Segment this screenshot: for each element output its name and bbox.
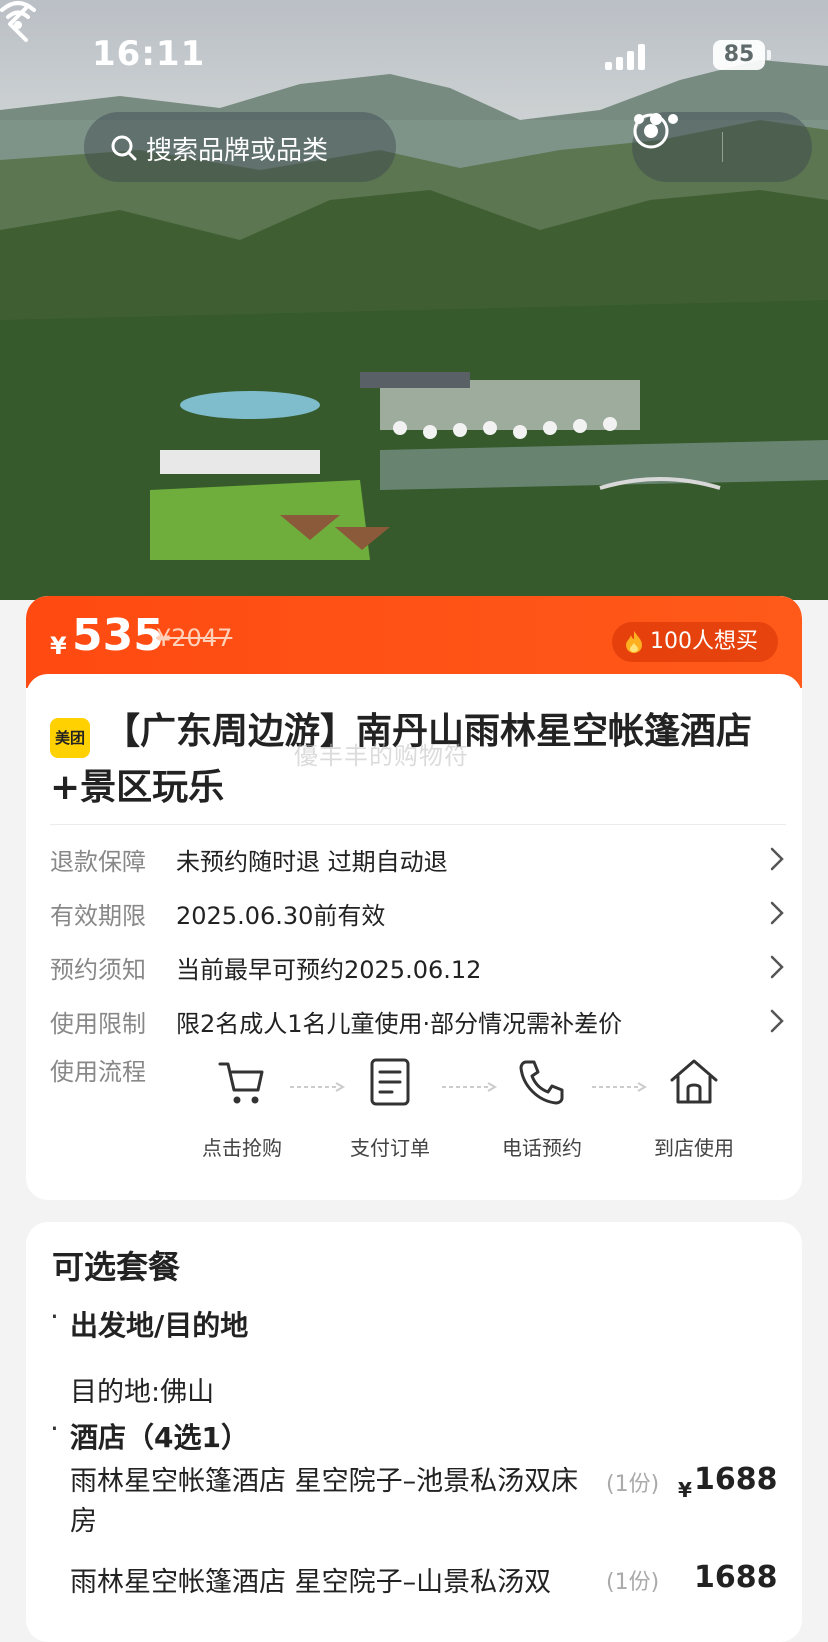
price-bar: ¥ 535 ¥2047 100人想买 [26, 596, 802, 704]
package-item-currency: ¥ [678, 1478, 692, 1502]
search-bar[interactable]: 搜索品牌或品类 [84, 112, 396, 182]
info-row-validity[interactable]: 有效期限 2025.06.30前有效 [50, 888, 786, 932]
close-miniprogram-icon[interactable] [632, 112, 670, 150]
flow-step-buy: 点击抢购 [192, 1056, 292, 1166]
usage-flow-label: 使用流程 [50, 1058, 146, 1086]
current-price: 535 [72, 610, 164, 661]
info-key: 退款保障 [50, 848, 146, 876]
flame-icon [626, 631, 642, 653]
chevron-right-icon [770, 847, 784, 871]
info-value: 未预约随时退 过期自动退 [176, 848, 448, 876]
section-heading: 酒店（4选1） [70, 1421, 249, 1454]
search-placeholder: 搜索品牌或品类 [146, 136, 329, 166]
flow-step-label: 点击抢购 [202, 1136, 282, 1160]
chevron-right-icon [770, 1009, 784, 1033]
status-bar: 16:11 85 [0, 0, 828, 110]
chevron-right-icon [770, 901, 784, 925]
package-item-name[interactable]: 雨林星空帐篷酒店 星空院子–池景私汤双床房 [70, 1462, 590, 1542]
packages-card: 可选套餐 · 出发地/目的地 目的地:佛山 · 酒店（4选1） 雨林星空帐篷酒店… [26, 1222, 802, 1642]
flow-step-visit: 到店使用 [644, 1056, 744, 1166]
bullet-dot: · [50, 1300, 59, 1333]
want-buy-count: 100人想买 [650, 629, 758, 654]
flow-arrow-icon [290, 1082, 346, 1092]
info-row-restriction[interactable]: 使用限制 限2名成人1名儿童使用·部分情况需补差价 [50, 996, 786, 1040]
cart-icon [218, 1062, 264, 1104]
package-item-name[interactable]: 雨林星空帐篷酒店 星空院子–山景私汤双 [70, 1560, 590, 1599]
flow-step-label: 电话预约 [502, 1136, 582, 1160]
info-value: 当前最早可预约2025.06.12 [176, 956, 482, 984]
package-item-qty: (1份) [606, 1472, 660, 1497]
info-key: 使用限制 [50, 1010, 146, 1038]
chevron-right-icon [770, 955, 784, 979]
flow-arrow-icon [592, 1082, 648, 1092]
mini-program-capsule [632, 112, 812, 182]
info-row-booking[interactable]: 预约须知 当前最早可预约2025.06.12 [50, 942, 786, 986]
document-icon [370, 1058, 410, 1106]
flow-step-label: 到店使用 [654, 1136, 734, 1160]
flow-step-call: 电话预约 [492, 1056, 592, 1166]
original-price: ¥2047 [156, 624, 233, 652]
destination-text: 目的地:佛山 [70, 1377, 215, 1408]
want-buy-badge: 100人想买 [612, 622, 778, 662]
section-heading: 出发地/目的地 [70, 1309, 249, 1342]
bullet-dot: · [50, 1412, 59, 1445]
search-icon [111, 135, 137, 161]
price-currency: ¥ [50, 632, 67, 660]
flow-arrow-icon [442, 1082, 498, 1092]
info-value: 限2名成人1名儿童使用·部分情况需补差价 [176, 1010, 623, 1038]
package-item-price: 1688 [694, 1462, 778, 1497]
home-icon [670, 1059, 718, 1104]
packages-title: 可选套餐 [52, 1248, 181, 1286]
package-item-price: 1688 [694, 1560, 778, 1595]
hero-image: 16:11 85 搜索品牌或品类 [0, 0, 828, 600]
product-card: ¥ 535 ¥2047 100人想买 美团 【广东周边游】南丹山雨林星空帐篷酒店… [26, 596, 802, 1200]
capsule-divider [722, 132, 723, 162]
back-arrow-icon[interactable] [0, 0, 40, 48]
flow-step-label: 支付订单 [350, 1136, 430, 1160]
flow-step-pay: 支付订单 [340, 1056, 440, 1166]
battery-icon: 85 [713, 40, 771, 70]
phone-icon [519, 1060, 564, 1105]
divider [50, 824, 786, 825]
info-row-refund[interactable]: 退款保障 未预约随时退 过期自动退 [50, 834, 786, 878]
info-key: 有效期限 [50, 902, 146, 930]
cellular-signal-icon [605, 44, 647, 70]
package-item-qty: (1份) [606, 1570, 660, 1595]
status-time: 16:11 [92, 34, 206, 74]
info-value: 2025.06.30前有效 [176, 902, 386, 930]
info-key: 预约须知 [50, 956, 146, 984]
watermark: 優丰丰的购物符 [294, 742, 469, 770]
